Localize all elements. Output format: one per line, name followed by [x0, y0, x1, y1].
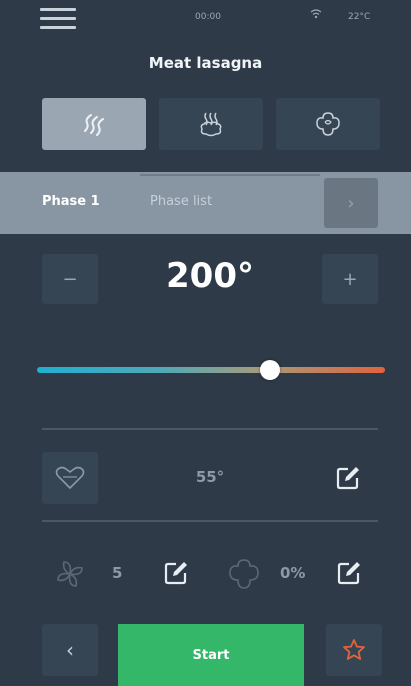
star-icon — [343, 639, 365, 660]
wifi-icon — [310, 9, 322, 22]
mode-combi-button[interactable] — [276, 98, 380, 150]
temperature-decrease-button[interactable]: − — [42, 254, 98, 304]
temperature-slider[interactable] — [37, 358, 385, 382]
tab-phase-list[interactable]: Phase list — [150, 194, 212, 209]
status-bar: 00:00 22°C — [0, 0, 411, 40]
favorite-button[interactable] — [326, 624, 382, 676]
humidity-icon — [229, 559, 259, 589]
fan-speed-value: 5 — [112, 564, 123, 582]
edit-fan-speed-button[interactable] — [163, 560, 189, 586]
back-button[interactable]: ‹ — [42, 624, 98, 676]
temperature-value: 200° — [166, 256, 254, 296]
edit-icon — [164, 562, 187, 585]
mode-steam-button[interactable] — [159, 98, 263, 150]
recipe-title: Meat lasagna — [148, 54, 263, 72]
phase-divider — [140, 174, 320, 176]
chevron-right-icon: › — [347, 192, 355, 214]
chevron-left-icon: ‹ — [66, 638, 74, 662]
edit-humidity-button[interactable] — [336, 560, 362, 586]
mode-convection-button[interactable] — [42, 98, 146, 150]
edit-icon — [336, 467, 359, 490]
temperature-increase-button[interactable]: + — [322, 254, 378, 304]
status-time: 00:00 — [195, 12, 221, 22]
fan-icon — [57, 561, 83, 587]
edit-core-probe-button[interactable] — [335, 465, 361, 491]
tab-current-phase[interactable]: Phase 1 — [42, 194, 100, 209]
phase-bar: Phase 1 Phase list › — [0, 172, 411, 234]
edit-icon — [337, 562, 360, 585]
core-probe-value: 55° — [195, 468, 225, 486]
next-phase-button[interactable]: › — [324, 178, 378, 228]
core-probe-icon — [55, 466, 85, 490]
core-probe-button[interactable] — [42, 452, 98, 504]
steam-icon — [200, 112, 222, 137]
divider — [42, 520, 378, 522]
cooking-mode-selector — [42, 98, 380, 150]
humidity-value: 0% — [280, 564, 306, 582]
slider-track — [37, 367, 385, 373]
combi-icon — [316, 112, 340, 136]
status-temperature: 22°C — [348, 12, 371, 22]
slider-handle[interactable] — [260, 360, 281, 380]
menu-icon[interactable] — [40, 8, 76, 30]
divider — [42, 428, 378, 430]
convection-heat-icon — [84, 114, 104, 136]
oven-recipe-screen: 00:00 22°C Meat lasagna Phase 1 Phase li… — [0, 0, 411, 686]
start-button[interactable]: Start — [118, 624, 304, 686]
